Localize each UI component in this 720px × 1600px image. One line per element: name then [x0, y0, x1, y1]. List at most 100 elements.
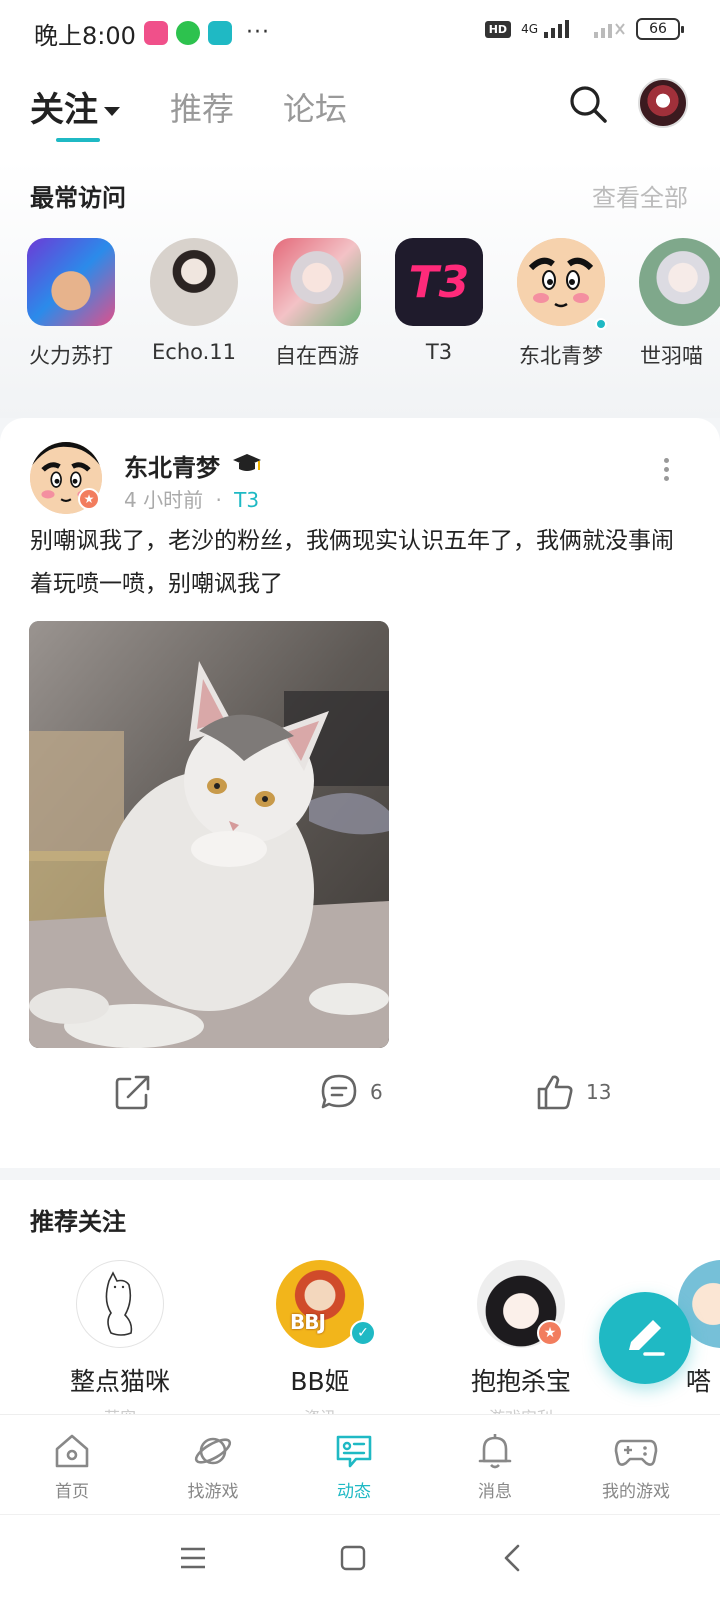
nav-feed[interactable]: 动态 [282, 1431, 426, 1502]
user-name: 整点猫咪 [69, 1367, 170, 1396]
comment-button[interactable]: 6 [320, 1073, 383, 1111]
nav-label: 动态 [337, 1482, 371, 1502]
more-options-icon[interactable] [664, 458, 670, 484]
compose-button[interactable] [599, 1292, 691, 1384]
recent-item-label: T3 [425, 340, 453, 364]
wechat-icon [176, 20, 200, 45]
post-author-name[interactable]: 东北青梦 [124, 448, 220, 483]
home-icon [55, 1434, 89, 1468]
view-all-link[interactable]: 查看全部 [592, 178, 688, 213]
nav-label: 消息 [478, 1482, 512, 1502]
recent-avatar [150, 238, 238, 326]
share-icon [115, 1075, 150, 1110]
recommend-user-card[interactable]: 整点猫咪 萌宠 [30, 1260, 210, 1416]
recent-item[interactable]: 火力苏打 [16, 238, 126, 370]
recommend-user-card[interactable]: BBJ ✓ BB姬 资讯 [230, 1260, 410, 1416]
recent-item-label: 世羽喵 [640, 344, 703, 368]
recent-item[interactable]: 世羽喵 [628, 238, 720, 370]
status-more: ··· [246, 20, 270, 45]
recent-item-label: 自在西游 [275, 344, 359, 368]
cat-photo [29, 621, 389, 1048]
thumbs-up-icon [537, 1075, 573, 1110]
section-title: 最常访问 [30, 184, 126, 212]
post-game-tag[interactable]: T3 [234, 488, 259, 512]
tab-following-label: 关注 [30, 90, 98, 130]
recent-item-label: 东北青梦 [519, 344, 603, 368]
share-button[interactable] [114, 1073, 152, 1111]
hd-badge: HD [484, 20, 512, 38]
menu-icon[interactable] [178, 1543, 208, 1573]
post-image[interactable] [29, 621, 389, 1048]
creator-badge-icon: ★ [537, 1320, 563, 1346]
comment-count: 6 [370, 1080, 383, 1104]
user-avatar [76, 1260, 164, 1348]
recent-item[interactable]: 东北青梦 [506, 238, 616, 370]
pen-icon [629, 1320, 665, 1356]
meta-separator: · [215, 488, 222, 512]
online-indicator [595, 318, 607, 330]
like-count: 13 [586, 1080, 612, 1104]
battery-icon: 66 [636, 18, 684, 40]
recent-item[interactable]: Echo.11 [139, 238, 249, 364]
shinchan-face-icon [517, 238, 605, 326]
search-icon[interactable] [568, 84, 608, 124]
planet-icon [194, 1437, 232, 1465]
recent-item-label: 火力苏打 [29, 344, 113, 368]
post-content: 别嘲讽我了，老沙的粉丝，我俩现实认识五年了，我俩就没事闹着玩喷一喷，别嘲讽我了 [30, 528, 674, 597]
nav-label: 找游戏 [187, 1482, 239, 1502]
bilibili-icon [144, 20, 168, 45]
cat-sketch-icon [105, 1271, 133, 1336]
status-time: 晚上8:00 [34, 22, 136, 50]
nav-label: 我的游戏 [602, 1482, 670, 1502]
frequently-visited-section: 最常访问 查看全部 火力苏打 Echo.11 自在西游 T3 T3 东北青梦 世… [0, 160, 720, 418]
taptap-icon [208, 20, 232, 45]
tab-following[interactable]: 关注 [30, 82, 120, 131]
nav-my-games[interactable]: 我的游戏 [564, 1431, 708, 1502]
dropdown-caret-icon [104, 107, 120, 116]
signal-icon [544, 20, 569, 38]
post-time: 4 小时前 [124, 488, 204, 512]
recent-avatar [27, 238, 115, 326]
profile-avatar[interactable] [638, 78, 688, 128]
recent-item[interactable]: 自在西游 [262, 238, 372, 370]
user-name: BB姬 [290, 1367, 350, 1396]
gamepad-icon [614, 1439, 658, 1466]
tab-forum[interactable]: 论坛 [283, 84, 347, 130]
creator-badge-icon: ★ [78, 488, 100, 510]
system-nav-bar [0, 1514, 720, 1600]
recent-avatar [639, 238, 720, 326]
section-title: 推荐关注 [30, 1208, 126, 1236]
tab-recommend[interactable]: 推荐 [170, 84, 234, 130]
t3-logo: T3 [395, 238, 483, 326]
recent-avatar [517, 238, 607, 330]
recent-item[interactable]: T3 T3 [384, 238, 494, 364]
verified-badge-icon: ✓ [350, 1320, 376, 1346]
nav-find-games[interactable]: 找游戏 [141, 1431, 285, 1502]
network-label: 4G [521, 22, 538, 36]
feed-icon [336, 1435, 372, 1468]
bottom-nav: 首页 找游戏 动态 消息 我的游戏 [0, 1414, 720, 1514]
user-name: 抱抱杀宝 [470, 1367, 571, 1396]
signal-2-icon [594, 23, 625, 38]
bell-icon [478, 1434, 512, 1469]
recommend-user-card[interactable]: ★ 抱抱杀宝 游戏安利 [431, 1260, 611, 1416]
comment-icon [321, 1074, 357, 1109]
top-header: 关注 推荐 论坛 [0, 64, 720, 160]
status-app-icons: ··· [144, 20, 270, 45]
post-meta: 4 小时前 · T3 [124, 484, 259, 513]
tab-active-indicator [56, 138, 100, 142]
recent-item-label: Echo.11 [152, 340, 236, 364]
status-right: HD 4G 66 [484, 18, 684, 40]
post-card[interactable]: ★ 东北青梦 4 小时前 · T3 别嘲讽我了，老沙的粉丝，我俩现实认识五年了，… [0, 418, 720, 1168]
status-bar: 晚上8:00 ··· HD 4G 66 [0, 0, 720, 64]
nav-label: 首页 [55, 1482, 89, 1502]
home-square-icon[interactable] [338, 1543, 368, 1573]
recent-avatar [273, 238, 361, 326]
like-button[interactable]: 13 [536, 1073, 611, 1111]
back-icon[interactable] [498, 1543, 528, 1573]
post-actions: 6 13 [0, 1073, 720, 1123]
nav-messages[interactable]: 消息 [423, 1431, 567, 1502]
nav-home[interactable]: 首页 [0, 1431, 144, 1502]
graduation-cap-icon [233, 454, 261, 471]
t3-logo-text: T3 [408, 256, 470, 308]
